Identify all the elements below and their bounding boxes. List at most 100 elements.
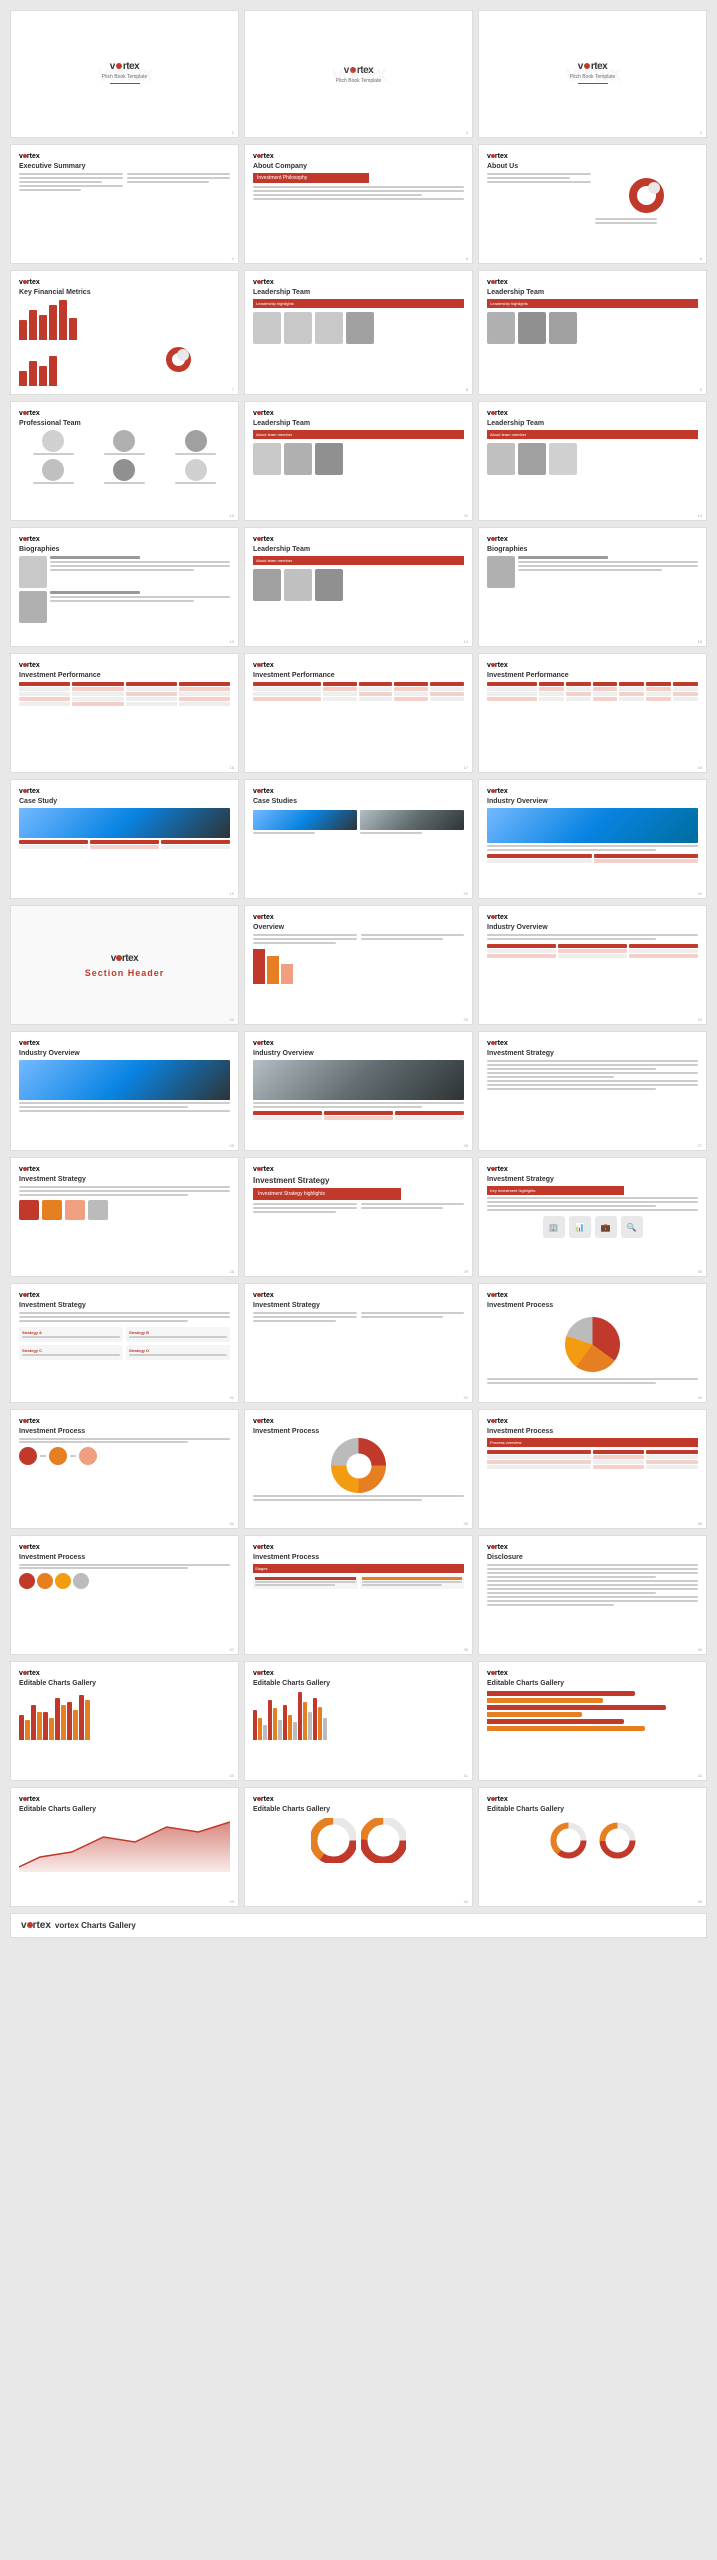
slide-40[interactable]: vrtex Editable Charts Gallery <box>10 1661 239 1781</box>
page-num-16: 16 <box>230 765 234 770</box>
slide-4[interactable]: vrtex Executive Summary <box>10 144 239 264</box>
slide-34[interactable]: vrtex Investment Process 34 <box>10 1409 239 1529</box>
slide-row-3: vrtex Key Financial Metrics <box>10 270 707 395</box>
slide-30[interactable]: vrtex Investment Strategy Key investment… <box>478 1157 707 1277</box>
slide-32[interactable]: vrtex Investment Strategy <box>244 1283 473 1403</box>
slide-14[interactable]: vrtex Leadership Team About team member … <box>244 527 473 647</box>
slide-43[interactable]: vrtex Editable Charts Gallery 43 <box>10 1787 239 1907</box>
slide-6[interactable]: vrtex About Us <box>478 144 707 264</box>
page-num-6: 6 <box>700 256 702 261</box>
page-num-23: 23 <box>464 1017 468 1022</box>
slide-44[interactable]: vrtex Editable Charts Gallery <box>244 1787 473 1907</box>
slide-8[interactable]: vrtex Leadership Team Leadership highlig… <box>244 270 473 395</box>
slide-3[interactable]: vortex vrtex Pitch Book Template 3 <box>478 10 707 138</box>
slide-16[interactable]: vrtex Investment Performance <box>10 653 239 773</box>
title-5: About Company <box>253 163 464 170</box>
logo-8: vrtex <box>253 279 464 286</box>
page-num-4: 4 <box>232 256 234 261</box>
slide-26[interactable]: vrtex Industry Overview 26 <box>244 1031 473 1151</box>
logo-37: vrtex <box>19 1544 230 1551</box>
slide-17[interactable]: vrtex Investment Performance <box>244 653 473 773</box>
slide-25[interactable]: vrtex Industry Overview 25 <box>10 1031 239 1151</box>
slide-15[interactable]: vrtex Biographies 15 <box>478 527 707 647</box>
bar-chart-7 <box>19 300 230 340</box>
slide-19[interactable]: vrtex Case Study 19 <box>10 779 239 899</box>
slide-9[interactable]: vrtex Leadership Team Leadership highlig… <box>478 270 707 395</box>
area-chart-43 <box>19 1817 230 1872</box>
title-35: Investment Process <box>253 1428 464 1435</box>
title-18: Investment Performance <box>487 672 698 679</box>
slide-23[interactable]: vrtex Overview <box>244 905 473 1025</box>
logo-4: vrtex <box>19 153 230 160</box>
slide-22[interactable]: vrtex Section Header 22 <box>10 905 239 1025</box>
slide-5[interactable]: vrtex About Company Investment Philosoph… <box>244 144 473 264</box>
slide-2[interactable]: vortex vrtex Pitch Book Template 2 <box>244 10 473 138</box>
title-25: Industry Overview <box>19 1050 230 1057</box>
title-30: Investment Strategy <box>487 1176 698 1183</box>
page-num-7: 7 <box>232 387 234 392</box>
slide-36[interactable]: vrtex Investment Process Process overvie… <box>478 1409 707 1529</box>
page-num-2: 2 <box>466 130 468 135</box>
title-6: About Us <box>487 163 698 170</box>
title-21: Industry Overview <box>487 798 698 805</box>
slide-45[interactable]: vrtex Editable Charts Gallery <box>478 1787 707 1907</box>
slide-31[interactable]: vrtex Investment Strategy Strategy A Str… <box>10 1283 239 1403</box>
slide-20[interactable]: vrtex Case Studies 20 <box>244 779 473 899</box>
page-num-9: 9 <box>700 387 702 392</box>
page-num-12: 12 <box>698 513 702 518</box>
bar-chart-40 <box>19 1690 230 1740</box>
logo-25: vrtex <box>19 1040 230 1047</box>
slide-33[interactable]: vrtex Investment Process 33 <box>478 1283 707 1403</box>
logo-20: vrtex <box>253 788 464 795</box>
page-num-5: 5 <box>466 256 468 261</box>
industry-image-21 <box>487 808 698 843</box>
slide-7[interactable]: vrtex Key Financial Metrics <box>10 270 239 395</box>
slide-12[interactable]: vrtex Leadership Team About team member … <box>478 401 707 521</box>
donut-chart-6 <box>629 178 664 213</box>
title-37: Investment Process <box>19 1554 230 1561</box>
title-24: Industry Overview <box>487 924 698 931</box>
title-38: Investment Process <box>253 1554 464 1561</box>
slide-38[interactable]: vrtex Investment Process Stages 38 <box>244 1535 473 1655</box>
page-num-25: 25 <box>230 1143 234 1148</box>
title-23: Overview <box>253 924 464 931</box>
page-num-26: 26 <box>464 1143 468 1148</box>
slide-1[interactable]: vortex vrtex Pitch Book Template 1 <box>10 10 239 138</box>
title-26: Industry Overview <box>253 1050 464 1057</box>
page-num-29: 29 <box>464 1269 468 1274</box>
logo-27: vrtex <box>487 1040 698 1047</box>
slide-row-6: vrtex Investment Performance <box>10 653 707 773</box>
page-num-22: 22 <box>230 1017 234 1022</box>
slide-42[interactable]: vrtex Editable Charts Gallery <box>478 1661 707 1781</box>
logo-38: vrtex <box>253 1544 464 1551</box>
page-num-24: 24 <box>698 1017 702 1022</box>
logo-30: vrtex <box>487 1166 698 1173</box>
slide-11[interactable]: vrtex Leadership Team About team member … <box>244 401 473 521</box>
page-num-20: 20 <box>464 891 468 896</box>
slide-29[interactable]: vrtex Investment Strategy Investment Str… <box>244 1157 473 1277</box>
slide-10[interactable]: vrtex Professional Team <box>10 401 239 521</box>
title-13: Biographies <box>19 546 230 553</box>
logo-31: vrtex <box>19 1292 230 1299</box>
slide-27[interactable]: vrtex Investment Strategy 27 <box>478 1031 707 1151</box>
slide-37[interactable]: vrtex Investment Process 37 <box>10 1535 239 1655</box>
logo-23: vrtex <box>253 914 464 921</box>
slide-35[interactable]: vrtex Investment Process 35 <box>244 1409 473 1529</box>
slide-13[interactable]: vrtex Biographies 13 <box>10 527 239 647</box>
title-28: Investment Strategy <box>19 1176 230 1183</box>
title-34: Investment Process <box>19 1428 230 1435</box>
slide-row-7: vrtex Case Study 19 vrtex <box>10 779 707 899</box>
logo-28: vrtex <box>19 1166 230 1173</box>
page-num-40: 40 <box>230 1773 234 1778</box>
slide-24[interactable]: vrtex Industry Overview <box>478 905 707 1025</box>
building-image-26 <box>253 1060 464 1100</box>
slide-28[interactable]: vrtex Investment Strategy 28 <box>10 1157 239 1277</box>
slide-41[interactable]: vrtex Editable Charts Gallery <box>244 1661 473 1781</box>
table-17 <box>253 682 464 701</box>
slide-18[interactable]: vrtex Investment Performance <box>478 653 707 773</box>
slide-21[interactable]: vrtex Industry Overview 21 <box>478 779 707 899</box>
logo-39: vrtex <box>487 1544 698 1551</box>
slide-39[interactable]: vrtex Disclosure 39 <box>478 1535 707 1655</box>
page-num-28: 28 <box>230 1269 234 1274</box>
title-8: Leadership Team <box>253 289 464 296</box>
